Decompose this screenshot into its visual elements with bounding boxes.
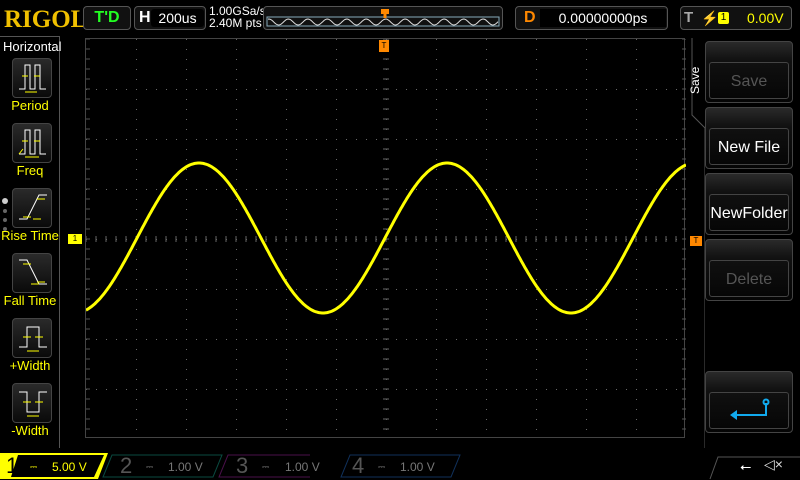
- save-menu-frame: [691, 38, 705, 448]
- memory-depth: 2.40M pts: [209, 16, 262, 30]
- memory-waveform: [266, 9, 500, 27]
- trigger-position-marker[interactable]: T: [379, 40, 389, 52]
- ch4-dc-coupling-icon: ⎓: [378, 462, 386, 472]
- timebase-box[interactable]: H 200us: [134, 6, 206, 30]
- positive-width-label: +Width: [9, 358, 51, 373]
- d-label: D: [524, 9, 536, 26]
- negative-width-icon: [19, 391, 47, 417]
- waveform-display[interactable]: [85, 38, 687, 438]
- new-file-label: New File: [709, 128, 789, 165]
- delay-value: 0.00000000ps: [540, 9, 666, 27]
- ch3-dc-coupling-icon: ⎓: [262, 462, 270, 472]
- delay-box[interactable]: D 0.00000000ps: [515, 6, 668, 30]
- ch2-number[interactable]: 2: [120, 453, 132, 479]
- timebase-value: 200us: [151, 9, 204, 27]
- save-label: Save: [709, 62, 789, 99]
- period-button[interactable]: [12, 58, 52, 98]
- save-button[interactable]: Save: [705, 41, 793, 103]
- page-indicator: [2, 198, 8, 239]
- delete-button[interactable]: Delete: [705, 239, 793, 301]
- rise-time-label: Rise Time: [1, 228, 59, 243]
- h-label: H: [139, 9, 151, 26]
- back-button[interactable]: [705, 371, 793, 433]
- mute-icon[interactable]: ◁×: [764, 456, 783, 473]
- channel1-offset-marker[interactable]: 1: [68, 234, 82, 244]
- return-arrow-icon: [709, 392, 789, 429]
- ch4-scale[interactable]: 1.00 V: [400, 455, 435, 479]
- fall-time-button[interactable]: [12, 253, 52, 293]
- left-menu-title: Horizontal: [3, 39, 62, 54]
- new-folder-label: NewFolder: [709, 194, 789, 231]
- negative-width-label: -Width: [11, 423, 49, 438]
- ch2-scale[interactable]: 1.00 V: [168, 455, 203, 479]
- rigol-logo: RIGOL: [4, 6, 88, 33]
- ch4-number[interactable]: 4: [352, 453, 364, 479]
- ch2-dc-coupling-icon: ⎓: [146, 462, 154, 472]
- rise-time-button[interactable]: [12, 188, 52, 228]
- fall-time-label: Fall Time: [3, 293, 57, 308]
- delete-label: Delete: [709, 260, 789, 297]
- waveform-grid: [85, 38, 687, 430]
- period-label: Period: [11, 98, 49, 113]
- freq-button[interactable]: [12, 123, 52, 163]
- fall-time-icon: [19, 259, 47, 285]
- acquisition-info: 1.00GSa/s 2.40M pts: [209, 5, 266, 29]
- memory-overview[interactable]: [263, 6, 503, 30]
- new-folder-button[interactable]: NewFolder: [705, 173, 793, 235]
- positive-width-button[interactable]: [12, 318, 52, 358]
- usb-icon: ⭠: [740, 458, 752, 474]
- period-icon: [19, 64, 46, 93]
- ch1-dc-coupling-icon: ⎓: [30, 462, 38, 472]
- ch3-number[interactable]: 3: [236, 453, 248, 479]
- ch1-number[interactable]: 1: [6, 453, 18, 479]
- trigger-level: 0.00V: [747, 10, 784, 26]
- ch3-scale[interactable]: 1.00 V: [285, 455, 320, 479]
- right-menu-title: Save: [688, 66, 702, 94]
- negative-width-button[interactable]: [12, 383, 52, 423]
- positive-width-icon: [19, 326, 47, 352]
- t-label: T: [684, 9, 694, 26]
- ch1-scale[interactable]: 5.00 V: [52, 455, 87, 479]
- freq-label: Freq: [16, 163, 44, 178]
- freq-icon: [18, 129, 46, 158]
- rise-time-icon: [19, 194, 47, 220]
- rising-edge-icon: ⚡: [701, 10, 719, 26]
- trigger-box[interactable]: T ⚡ 1 0.00V: [680, 6, 792, 30]
- new-file-button[interactable]: New File: [705, 107, 793, 169]
- trigger-status[interactable]: T'D: [83, 6, 131, 30]
- trigger-source: 1: [718, 12, 729, 24]
